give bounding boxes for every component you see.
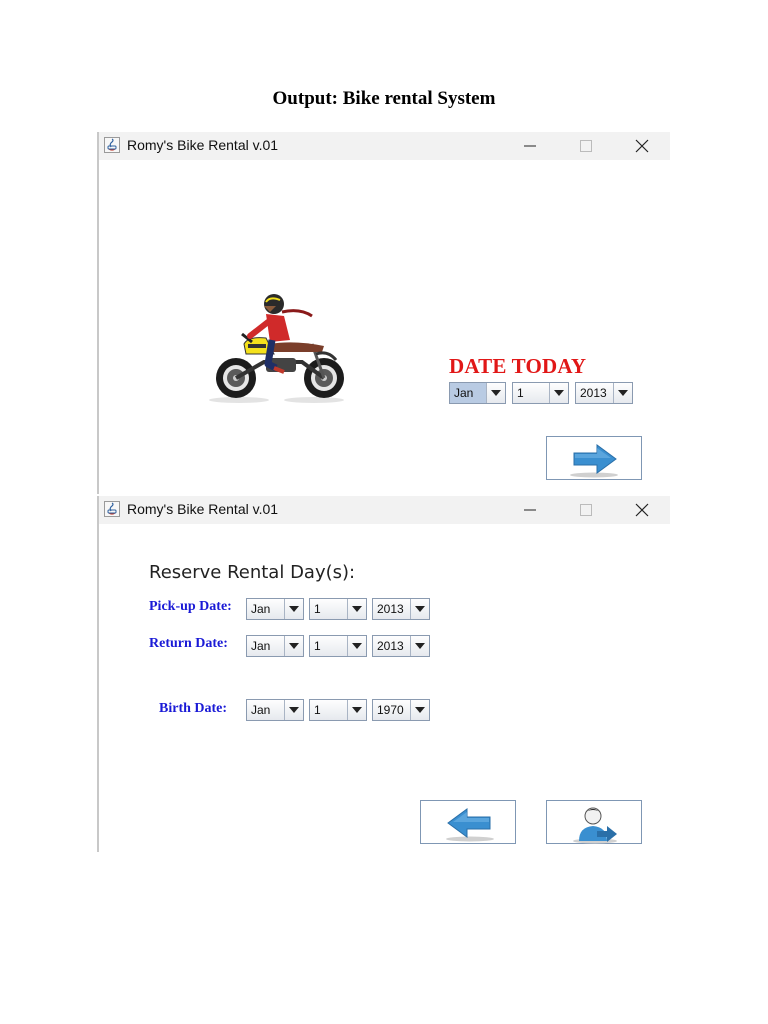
window-title: Romy's Bike Rental v.01 — [127, 501, 279, 517]
today-month-combo[interactable]: Jan — [449, 382, 506, 404]
document-title: Output: Bike rental System — [272, 88, 496, 109]
arrow-left-icon — [446, 808, 494, 842]
pickup-year-combo[interactable]: 2013 — [372, 598, 430, 620]
today-year-combo[interactable]: 2013 — [575, 382, 633, 404]
pickup-month-combo[interactable]: Jan — [246, 598, 304, 620]
next-button[interactable] — [546, 436, 642, 480]
chevron-down-icon[interactable] — [487, 383, 505, 403]
back-button[interactable] — [420, 800, 516, 844]
reserve-heading: Reserve Rental Day(s): — [149, 562, 356, 583]
chevron-down-icon[interactable] — [348, 700, 366, 720]
close-button[interactable] — [622, 132, 662, 160]
combo-value: Jan — [450, 383, 487, 403]
return-year-combo[interactable]: 2013 — [372, 635, 430, 657]
chevron-down-icon[interactable] — [285, 636, 303, 656]
combo-value: 1 — [513, 383, 550, 403]
minimize-button[interactable] — [510, 132, 550, 160]
combo-value: 1 — [310, 636, 348, 656]
user-proceed-button[interactable] — [546, 800, 642, 844]
return-month-combo[interactable]: Jan — [246, 635, 304, 657]
pickup-date-label: Pick-up Date: — [149, 599, 232, 614]
combo-value: Jan — [247, 599, 285, 619]
maximize-button[interactable] — [566, 496, 606, 524]
bike-rental-window-home: Romy's Bike Rental v.01 DATE TODAY Jan 1… — [97, 132, 670, 494]
chevron-down-icon[interactable] — [285, 599, 303, 619]
return-date-label: Return Date: — [149, 636, 228, 651]
birth-day-combo[interactable]: 1 — [309, 699, 367, 721]
chevron-down-icon[interactable] — [411, 599, 429, 619]
birth-date-label: Birth Date: — [159, 701, 228, 716]
today-day-combo[interactable]: 1 — [512, 382, 569, 404]
birth-month-combo[interactable]: Jan — [246, 699, 304, 721]
title-bar[interactable]: Romy's Bike Rental v.01 — [99, 132, 670, 160]
combo-value: 2013 — [373, 636, 411, 656]
arrow-right-icon — [570, 444, 618, 478]
java-app-icon — [104, 501, 120, 517]
chevron-down-icon[interactable] — [614, 383, 632, 403]
combo-value: 2013 — [373, 599, 411, 619]
return-day-combo[interactable]: 1 — [309, 635, 367, 657]
date-today-label: DATE TODAY — [449, 354, 587, 378]
motorbike-rider-illustration — [209, 294, 344, 403]
pickup-day-combo[interactable]: 1 — [309, 598, 367, 620]
maximize-button[interactable] — [566, 132, 606, 160]
chevron-down-icon[interactable] — [411, 700, 429, 720]
combo-value: Jan — [247, 636, 285, 656]
combo-value: Jan — [247, 700, 285, 720]
close-button[interactable] — [622, 496, 662, 524]
window-title: Romy's Bike Rental v.01 — [127, 137, 279, 153]
chevron-down-icon[interactable] — [411, 636, 429, 656]
birth-year-combo[interactable]: 1970 — [372, 699, 430, 721]
java-app-icon — [104, 137, 120, 153]
user-arrow-icon — [573, 807, 617, 844]
chevron-down-icon[interactable] — [550, 383, 568, 403]
minimize-button[interactable] — [510, 496, 550, 524]
chevron-down-icon[interactable] — [348, 636, 366, 656]
chevron-down-icon[interactable] — [348, 599, 366, 619]
combo-value: 2013 — [576, 383, 614, 403]
chevron-down-icon[interactable] — [285, 700, 303, 720]
bike-rental-window-reserve: Romy's Bike Rental v.01 Reserve Rental D… — [97, 496, 670, 852]
combo-value: 1 — [310, 700, 348, 720]
combo-value: 1 — [310, 599, 348, 619]
combo-value: 1970 — [373, 700, 411, 720]
title-bar[interactable]: Romy's Bike Rental v.01 — [99, 496, 670, 524]
